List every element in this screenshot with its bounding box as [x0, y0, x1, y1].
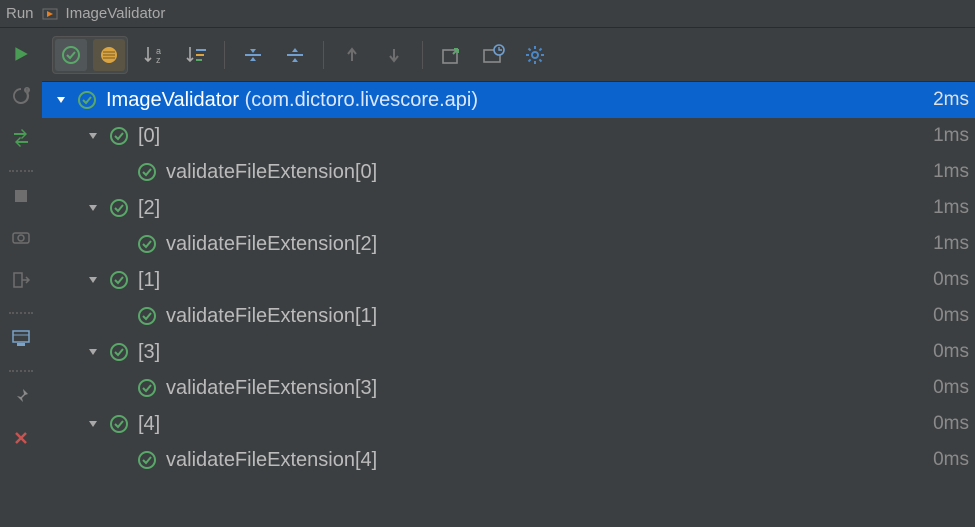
next-failed-button[interactable] [378, 39, 410, 71]
test-tree[interactable]: ImageValidator (com.dictoro.livescore.ap… [42, 82, 975, 527]
test-time: 1ms [933, 233, 975, 255]
separator [9, 370, 33, 372]
test-leaf-row[interactable]: validateFileExtension[1] 0ms [42, 298, 975, 334]
settings-gear-icon[interactable] [519, 39, 551, 71]
run-side-toolbar: ! [0, 28, 42, 527]
test-time: 0ms [933, 305, 975, 327]
pin-button[interactable] [9, 384, 33, 408]
show-passed-button[interactable] [55, 39, 87, 71]
toggle-auto-test-button[interactable] [9, 126, 33, 150]
sort-alpha-button[interactable]: az [138, 39, 170, 71]
ok-icon [136, 161, 158, 183]
ok-icon [108, 197, 130, 219]
rerun-button[interactable] [9, 42, 33, 66]
test-root-name: ImageValidator [106, 89, 239, 112]
test-group-label: [4] [138, 413, 160, 436]
test-time: 0ms [933, 269, 975, 291]
chevron-down-icon [84, 271, 102, 289]
test-leaf-row[interactable]: validateFileExtension[4] 0ms [42, 442, 975, 478]
test-group-label: [0] [138, 125, 160, 148]
test-time: 0ms [933, 377, 975, 399]
test-root-time: 2ms [933, 89, 975, 111]
separator [224, 41, 225, 69]
svg-text:z: z [156, 55, 161, 65]
chevron-down-icon [84, 415, 102, 433]
expand-all-button[interactable] [237, 39, 269, 71]
test-toolbar: az [42, 28, 975, 82]
ok-icon [108, 413, 130, 435]
test-group-row[interactable]: [2] 1ms [42, 190, 975, 226]
ok-icon [108, 269, 130, 291]
test-leaf-label: validateFileExtension[3] [166, 377, 377, 400]
test-time: 1ms [933, 125, 975, 147]
show-ignored-button[interactable] [93, 39, 125, 71]
test-time: 1ms [933, 197, 975, 219]
test-time: 1ms [933, 161, 975, 183]
ok-icon [136, 377, 158, 399]
separator [9, 170, 33, 172]
run-tool-header: Run ImageValidator [0, 0, 975, 28]
separator [9, 312, 33, 314]
run-config-target-icon [42, 6, 58, 22]
test-group-row[interactable]: [3] 0ms [42, 334, 975, 370]
rerun-failed-button[interactable]: ! [9, 84, 33, 108]
history-button[interactable] [477, 39, 509, 71]
run-label: Run [6, 5, 34, 22]
chevron-down-icon [84, 127, 102, 145]
exit-button[interactable] [9, 268, 33, 292]
test-leaf-label: validateFileExtension[0] [166, 161, 377, 184]
chevron-down-icon [84, 199, 102, 217]
ok-icon [108, 125, 130, 147]
ok-icon [136, 305, 158, 327]
test-root-row[interactable]: ImageValidator (com.dictoro.livescore.ap… [42, 82, 975, 118]
separator [323, 41, 324, 69]
test-group-row[interactable]: [4] 0ms [42, 406, 975, 442]
ok-icon [76, 89, 98, 111]
sort-duration-button[interactable] [180, 39, 212, 71]
test-group-label: [2] [138, 197, 160, 220]
test-root-package: (com.dictoro.livescore.api) [245, 89, 478, 112]
show-passed-group [52, 36, 128, 74]
close-button[interactable] [9, 426, 33, 450]
svg-text:!: ! [26, 88, 27, 94]
layout-button[interactable] [9, 326, 33, 350]
test-group-label: [1] [138, 269, 160, 292]
test-leaf-label: validateFileExtension[2] [166, 233, 377, 256]
test-leaf-label: validateFileExtension[1] [166, 305, 377, 328]
test-time: 0ms [933, 413, 975, 435]
test-leaf-label: validateFileExtension[4] [166, 449, 377, 472]
ok-icon [136, 233, 158, 255]
test-leaf-row[interactable]: validateFileExtension[0] 1ms [42, 154, 975, 190]
export-results-button[interactable] [435, 39, 467, 71]
test-group-row[interactable]: [1] 0ms [42, 262, 975, 298]
ok-icon [136, 449, 158, 471]
chevron-down-icon [52, 91, 70, 109]
run-config-name: ImageValidator [66, 5, 166, 22]
test-group-row[interactable]: [0] 1ms [42, 118, 975, 154]
test-time: 0ms [933, 341, 975, 363]
prev-failed-button[interactable] [336, 39, 368, 71]
test-leaf-row[interactable]: validateFileExtension[3] 0ms [42, 370, 975, 406]
stop-button[interactable] [9, 184, 33, 208]
test-group-label: [3] [138, 341, 160, 364]
dump-threads-button[interactable] [9, 226, 33, 250]
collapse-all-button[interactable] [279, 39, 311, 71]
test-leaf-row[interactable]: validateFileExtension[2] 1ms [42, 226, 975, 262]
test-time: 0ms [933, 449, 975, 471]
ok-icon [108, 341, 130, 363]
separator [422, 41, 423, 69]
chevron-down-icon [84, 343, 102, 361]
